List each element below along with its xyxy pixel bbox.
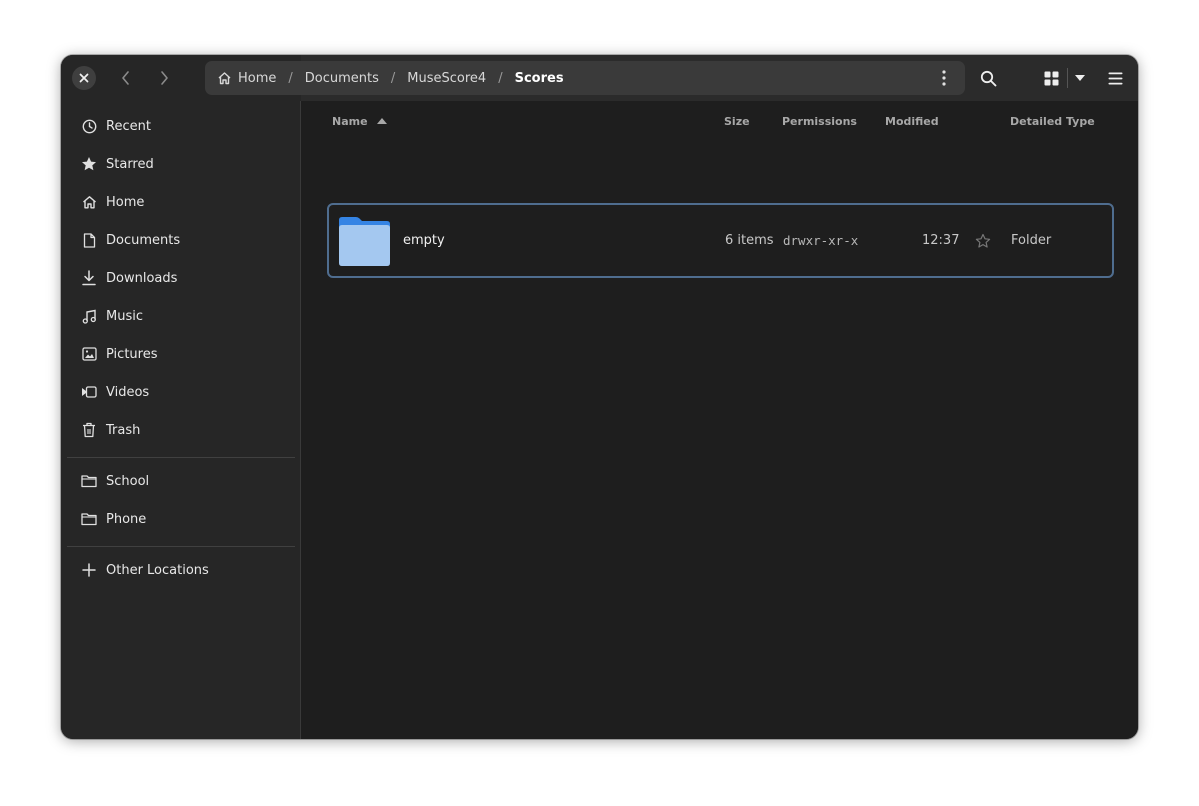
column-header-label: Detailed Type	[1010, 114, 1095, 128]
breadcrumb-musescore4[interactable]: MuseScore4	[395, 61, 498, 95]
path-menu-button[interactable]	[929, 63, 959, 93]
file-list-view: Name Size Permissions Modified Detailed …	[302, 101, 1138, 739]
header-bar: Home / Documents / MuseScore4 / Scores	[61, 55, 1138, 101]
home-icon	[81, 194, 97, 210]
column-header-label: Name	[332, 114, 368, 128]
sidebar-item-label: Home	[106, 194, 145, 210]
forward-button[interactable]	[149, 63, 179, 93]
search-icon	[980, 70, 996, 86]
grid-view-button[interactable]	[1036, 63, 1066, 93]
file-modified: 12:37	[922, 233, 960, 248]
music-note-icon	[81, 308, 97, 324]
view-options-dropdown[interactable]	[1068, 63, 1092, 93]
sidebar-item-label: School	[106, 473, 150, 489]
breadcrumb-label: MuseScore4	[407, 70, 487, 86]
star-icon	[81, 156, 97, 172]
chevron-right-icon	[161, 71, 168, 85]
column-header-name[interactable]: Name	[332, 111, 388, 131]
sidebar-item-label: Videos	[106, 384, 150, 400]
sidebar-item-recent[interactable]: Recent	[67, 109, 295, 143]
sidebar-separator	[67, 457, 295, 458]
column-header-size[interactable]: Size	[724, 111, 750, 131]
plus-icon	[81, 562, 97, 578]
sidebar-separator	[67, 546, 295, 547]
sidebar-item-label: Phone	[106, 511, 147, 527]
sidebar-item-phone[interactable]: Phone	[67, 502, 295, 536]
clock-icon	[81, 118, 97, 134]
table-row[interactable]: empty 6 items drwxr-xr-x 12:37 Folder	[327, 203, 1114, 278]
sidebar-item-documents[interactable]: Documents	[67, 223, 295, 257]
back-button[interactable]	[111, 63, 141, 93]
chevron-left-icon	[122, 71, 129, 85]
main-menu-button[interactable]	[1100, 63, 1130, 93]
breadcrumb-label: Scores	[514, 70, 564, 86]
sidebar-item-label: Music	[106, 308, 143, 324]
vertical-dots-icon	[942, 70, 946, 86]
hamburger-menu-icon	[1108, 72, 1122, 84]
document-icon	[81, 232, 97, 248]
sidebar-item-label: Pictures	[106, 346, 158, 362]
video-icon	[81, 384, 97, 400]
column-header-permissions[interactable]: Permissions	[782, 111, 857, 131]
sort-ascending-icon	[376, 118, 387, 124]
sidebar-item-trash[interactable]: Trash	[67, 413, 295, 447]
column-header-label: Permissions	[782, 114, 857, 128]
grid-icon	[1044, 71, 1058, 85]
folder-icon	[81, 511, 97, 527]
file-name: empty	[403, 233, 445, 248]
close-icon	[79, 73, 89, 83]
sidebar-item-pictures[interactable]: Pictures	[67, 337, 295, 371]
sidebar-item-home[interactable]: Home	[67, 185, 295, 219]
sidebar-item-label: Trash	[106, 422, 141, 438]
file-size: 6 items	[725, 233, 774, 248]
sidebar-item-label: Other Locations	[106, 562, 209, 578]
sidebar-item-downloads[interactable]: Downloads	[67, 261, 295, 295]
breadcrumb-label: Documents	[304, 70, 379, 86]
sidebar-item-starred[interactable]: Starred	[67, 147, 295, 181]
trash-icon	[81, 422, 97, 438]
search-button[interactable]	[973, 63, 1003, 93]
sidebar-item-label: Recent	[106, 118, 151, 134]
file-type: Folder	[1011, 233, 1052, 248]
home-icon	[218, 72, 231, 85]
folder-icon	[338, 205, 392, 276]
sidebar-item-videos[interactable]: Videos	[67, 375, 295, 409]
sidebar-item-music[interactable]: Music	[67, 299, 295, 333]
sidebar-item-school[interactable]: School	[67, 464, 295, 498]
folder-icon	[81, 473, 97, 489]
path-bar: Home / Documents / MuseScore4 / Scores	[205, 61, 965, 95]
sidebar-item-other-locations[interactable]: Other Locations	[67, 553, 295, 587]
column-header-label: Modified	[885, 114, 939, 128]
picture-icon	[81, 346, 97, 362]
triangle-down-icon	[1075, 75, 1085, 81]
file-manager-window: Home / Documents / MuseScore4 / Scores R…	[61, 55, 1138, 739]
download-icon	[81, 270, 97, 286]
column-header-type[interactable]: Detailed Type	[1010, 111, 1095, 131]
sidebar-item-label: Downloads	[106, 270, 178, 286]
sidebar-item-label: Documents	[106, 232, 181, 248]
breadcrumb-label: Home	[238, 70, 277, 86]
star-toggle[interactable]	[975, 205, 991, 276]
close-button[interactable]	[72, 66, 96, 90]
file-permissions: drwxr-xr-x	[783, 233, 859, 248]
breadcrumb-documents[interactable]: Documents	[293, 61, 391, 95]
column-header-modified[interactable]: Modified	[885, 111, 939, 131]
breadcrumb-scores[interactable]: Scores	[503, 61, 576, 95]
sidebar: Recent Starred Home Documents Downloads	[61, 101, 301, 739]
star-outline-icon	[975, 233, 991, 248]
breadcrumb-home[interactable]: Home	[205, 61, 288, 95]
sidebar-item-label: Starred	[106, 156, 154, 172]
column-header-label: Size	[724, 114, 750, 128]
